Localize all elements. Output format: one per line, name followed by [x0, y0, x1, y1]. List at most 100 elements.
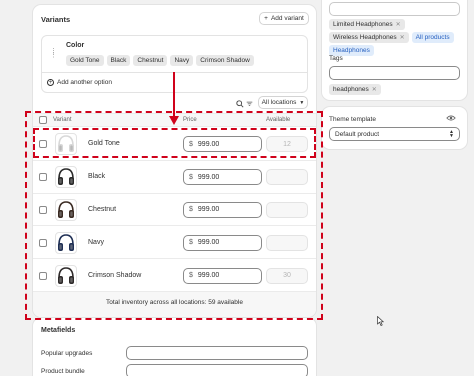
filter-icon [246, 101, 252, 106]
available-value: 12 [283, 140, 291, 148]
organization-card: Limited Headphones ✕ Wireless Headphones ✕… [322, 0, 467, 100]
theme-template-label: Theme template [329, 116, 376, 123]
column-price: Price [183, 117, 197, 123]
option-value-chip: Crimson Shadow [196, 55, 254, 66]
variant-name: Chestnut [88, 205, 117, 213]
price-value: 999.00 [197, 173, 220, 181]
price-value: 999.00 [197, 206, 220, 214]
price-value: 999.00 [197, 140, 220, 148]
available-input [266, 234, 308, 251]
theme-template-card: Theme template Default product ▲ ▼ [322, 107, 467, 149]
variant-checkbox[interactable] [39, 173, 47, 182]
headphones-icon [58, 168, 74, 186]
tags-input[interactable] [329, 66, 460, 80]
mouse-cursor-icon [377, 316, 384, 326]
remove-icon[interactable]: ✕ [396, 21, 401, 28]
variants-card: Variants + Add variant ⋮ ⋮ Color Gold Ton… [33, 5, 316, 317]
metafield-label: Popular upgrades [41, 350, 93, 357]
available-input: 12 [266, 136, 308, 153]
select-all-checkbox[interactable] [39, 116, 47, 124]
option-values: Gold Tone Black Chestnut Navy Crimson Sh… [66, 55, 257, 66]
option-value-chip: Chestnut [133, 55, 168, 66]
location-filter-select[interactable]: All locations ▼ [258, 96, 308, 109]
option-value-chip: Gold Tone [66, 55, 104, 66]
tag-chip: headphones ✕ [329, 84, 381, 95]
column-variant: Variant [53, 117, 72, 123]
price-value: 999.00 [197, 239, 220, 247]
headphones-icon [58, 266, 74, 284]
variant-checkbox[interactable] [39, 238, 47, 247]
metafield-label: Product bundle [41, 368, 85, 375]
variant-checkbox[interactable] [39, 140, 47, 149]
product-type-input[interactable] [329, 2, 460, 16]
remove-icon[interactable]: ✕ [372, 86, 377, 93]
variant-name: Navy [88, 238, 104, 246]
popular-upgrades-input[interactable] [126, 346, 308, 360]
currency-symbol: $ [189, 272, 193, 280]
variant-checkbox[interactable] [39, 271, 47, 280]
search-icon [235, 99, 244, 108]
variant-name: Gold Tone [88, 140, 120, 148]
price-input[interactable]: $ 999.00 [183, 136, 262, 153]
price-value: 999.00 [197, 272, 220, 280]
variant-image[interactable] [55, 198, 77, 221]
plus-icon: + [264, 15, 268, 22]
all-products-link[interactable]: All products [411, 32, 454, 43]
add-variant-button[interactable]: + Add variant [259, 12, 309, 25]
total-inventory: Total inventory across all locations: 59… [106, 299, 243, 306]
remove-icon[interactable]: ✕ [400, 34, 405, 41]
available-value: 30 [283, 272, 291, 280]
variant-image[interactable] [55, 133, 77, 156]
price-input[interactable]: $ 999.00 [183, 169, 262, 186]
headphones-icon [58, 201, 74, 218]
collection-chip: Wireless Headphones ✕ [329, 32, 409, 43]
plus-circle-icon: + [47, 79, 54, 86]
add-another-option-label: Add another option [57, 79, 112, 86]
collections-list: Limited Headphones ✕ Wireless Headphones ✕… [329, 19, 464, 56]
variant-name: Black [88, 173, 106, 181]
currency-symbol: $ [189, 239, 193, 247]
variant-row[interactable]: Gold Tone $ 999.00 12 [33, 128, 316, 161]
variant-row[interactable]: Navy $ 999.00 [33, 226, 316, 260]
metafields-title: Metafields [41, 327, 76, 334]
theme-template-select[interactable]: Default product ▲ ▼ [329, 127, 460, 141]
variants-title: Variants [41, 15, 71, 24]
available-input [266, 169, 308, 186]
location-filter-label: All locations [261, 99, 297, 106]
column-available: Available [266, 117, 291, 123]
available-input [266, 201, 308, 218]
variant-image[interactable] [55, 231, 77, 254]
metafields-card: Metafields Popular upgrades Product bund… [33, 318, 316, 376]
variant-image[interactable] [55, 264, 77, 287]
variant-image[interactable] [55, 166, 77, 189]
price-input[interactable]: $ 999.00 [183, 267, 262, 284]
annotation-arrow [169, 72, 179, 125]
option-value-chip: Navy [170, 55, 194, 66]
chevron-down-icon: ▼ [299, 99, 305, 106]
variant-name: Crimson Shadow [88, 271, 142, 279]
currency-symbol: $ [189, 173, 193, 181]
collection-chip: Limited Headphones ✕ [329, 19, 405, 30]
available-input: 30 [266, 267, 308, 284]
add-variant-label: Add variant [270, 15, 304, 22]
price-input[interactable]: $ 999.00 [183, 234, 262, 251]
tags-label: Tags [329, 55, 343, 62]
currency-symbol: $ [189, 140, 193, 148]
currency-symbol: $ [189, 206, 193, 214]
search-filter-button[interactable] [233, 98, 255, 109]
option-name: Color [66, 42, 85, 49]
headphones-icon [58, 135, 74, 153]
variant-row[interactable]: Black $ 999.00 [33, 161, 316, 194]
headphones-icon [58, 233, 74, 251]
variant-row[interactable]: Chestnut $ 999.00 [33, 194, 316, 227]
option-value-chip: Black [106, 55, 131, 66]
theme-template-value: Default product [335, 130, 380, 138]
option-box: ⋮ ⋮ Color Gold Tone Black Chestnut Navy C… [41, 35, 308, 73]
variant-row[interactable]: Crimson Shadow $ 999.00 30 [33, 259, 316, 292]
drag-handle-icon[interactable]: ⋮ ⋮ [50, 48, 57, 59]
variant-checkbox[interactable] [39, 205, 47, 214]
chevron-updown-icon: ▲ ▼ [449, 129, 454, 139]
price-input[interactable]: $ 999.00 [183, 201, 262, 218]
eye-icon[interactable] [446, 114, 456, 122]
product-bundle-input[interactable] [126, 364, 308, 376]
